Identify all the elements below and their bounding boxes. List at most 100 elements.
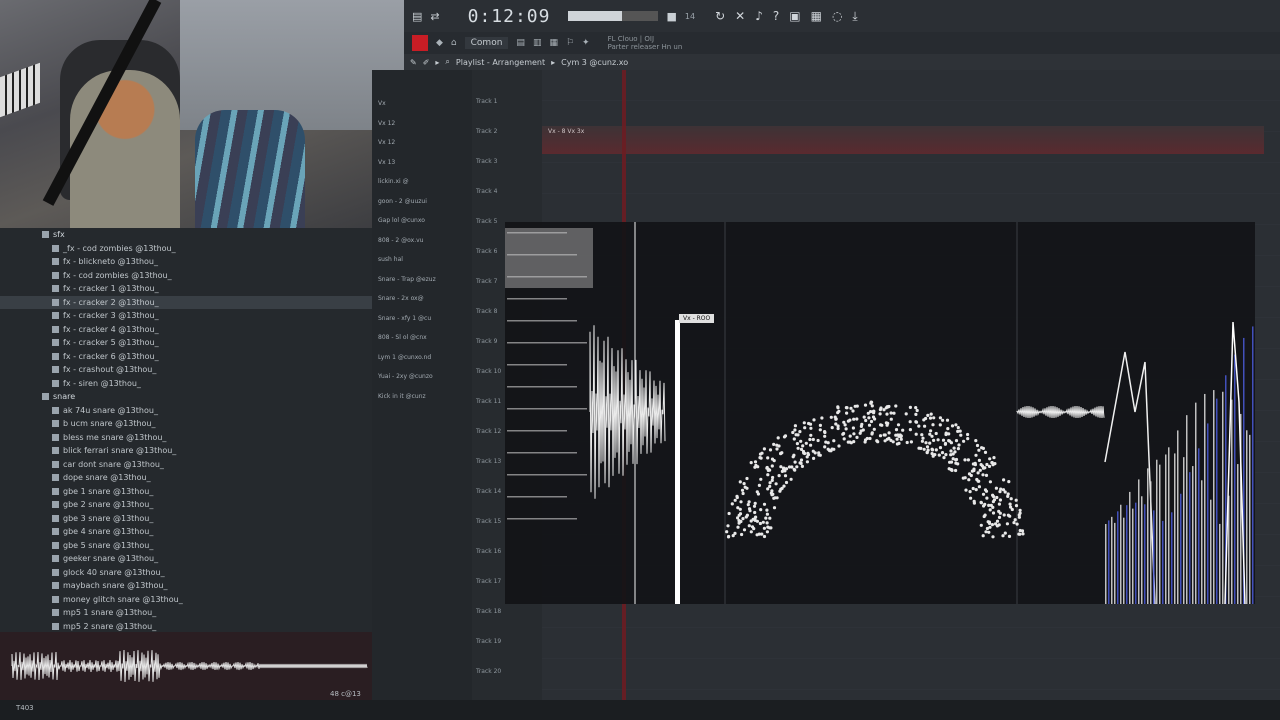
help-icon[interactable]: ? — [773, 9, 779, 24]
particle-dot — [776, 496, 779, 499]
track-label[interactable]: Track 6 — [476, 248, 497, 255]
browser-item[interactable]: blick ferrari snare @13thou_ — [0, 444, 372, 457]
track-label[interactable]: Track 2 — [476, 128, 497, 135]
channel-item[interactable]: Vx 12 — [378, 120, 395, 127]
audio-clip[interactable]: Vx - 8 Vx 3x — [542, 126, 1264, 154]
channel-item[interactable]: 808 - 2 @ox.vu — [378, 237, 423, 244]
channel-item[interactable]: Snare - xfy 1 @cu — [378, 315, 431, 322]
save-icon[interactable]: ▣ — [789, 9, 800, 24]
brush-icon[interactable]: ✐ — [423, 58, 430, 67]
browser-item[interactable]: gbe 5 snare @13thou_ — [0, 539, 372, 552]
browser-item[interactable]: glock 40 snare @13thou_ — [0, 566, 372, 579]
snap-icon[interactable]: ⌂ — [451, 38, 457, 48]
browser-item[interactable]: money glitch snare @13thou_ — [0, 593, 372, 606]
channel-item[interactable]: goon - 2 @uuzui — [378, 198, 427, 205]
channel-item[interactable]: Vx 13 — [378, 159, 395, 166]
browser-icon[interactable]: ⚐ — [566, 38, 574, 48]
track-label[interactable]: Track 9 — [476, 338, 497, 345]
track-label[interactable]: Track 12 — [476, 428, 501, 435]
browser-item[interactable]: dope snare @13thou_ — [0, 471, 372, 484]
pattern-selector[interactable]: Comon — [465, 37, 509, 49]
channel-item[interactable]: Snare - 2x ox@ — [378, 295, 424, 302]
song-time[interactable]: 0:12:09 — [468, 6, 551, 27]
browser-item[interactable]: mp5 2 snare @13thou_ — [0, 620, 372, 633]
track-label[interactable]: Track 11 — [476, 398, 501, 405]
browser-item[interactable]: gbe 1 snare @13thou_ — [0, 485, 372, 498]
track-label[interactable]: Track 20 — [476, 668, 501, 675]
channel-item[interactable]: sush hal — [378, 256, 403, 263]
link-icon[interactable]: ⇄ — [430, 10, 439, 23]
browser-item[interactable]: fx - cracker 2 @13thou_ — [0, 296, 372, 309]
browser-item[interactable]: mp5 1 snare @13thou_ — [0, 606, 372, 619]
chat-icon[interactable]: ◌ — [832, 9, 842, 24]
browser-item[interactable]: fx - cracker 1 @13thou_ — [0, 282, 372, 295]
track-label[interactable]: Track 8 — [476, 308, 497, 315]
track-label[interactable]: Track 19 — [476, 638, 501, 645]
track-label[interactable]: Track 13 — [476, 458, 501, 465]
pencil-icon[interactable]: ✎ — [410, 58, 417, 67]
browser-item[interactable]: fx - cracker 4 @13thou_ — [0, 323, 372, 336]
particle-dot — [852, 426, 855, 429]
channel-item[interactable]: Kick in it @cunz — [378, 393, 426, 400]
browser-item[interactable]: fx - siren @13thou_ — [0, 377, 372, 390]
download-icon[interactable]: ⤓ — [852, 9, 857, 24]
play-icon[interactable]: ▸ — [435, 58, 439, 67]
browser-item[interactable]: ak 74u snare @13thou_ — [0, 404, 372, 417]
browser-item[interactable]: fx - cracker 6 @13thou_ — [0, 350, 372, 363]
track-label[interactable]: Track 4 — [476, 188, 497, 195]
channel-item[interactable]: Yuai - 2xy @cunzo — [378, 373, 433, 380]
particle-dot — [969, 490, 972, 493]
track-label[interactable]: Track 1 — [476, 98, 497, 105]
particle-dot — [768, 485, 771, 488]
mic-icon[interactable]: ♪ — [755, 9, 763, 24]
record-button[interactable] — [412, 35, 428, 51]
browser-item[interactable]: gbe 2 snare @13thou_ — [0, 498, 372, 511]
metronome-icon[interactable]: ◆ — [436, 38, 443, 48]
zoom-icon[interactable]: ⌕ — [445, 57, 449, 67]
piano-roll-icon[interactable]: ▤ — [516, 38, 525, 48]
stop-button[interactable]: ■ — [666, 10, 676, 23]
channel-item[interactable]: lickin.xi @ — [378, 178, 409, 185]
browser-item[interactable]: bless me snare @13thou_ — [0, 431, 372, 444]
browser-item[interactable]: maybach snare @13thou_ — [0, 579, 372, 592]
track-label[interactable]: Track 18 — [476, 608, 501, 615]
channel-item[interactable]: 808 - Sl ol @cnx — [378, 334, 427, 341]
particle-dot — [795, 433, 798, 436]
track-label[interactable]: Track 3 — [476, 158, 497, 165]
particle-dot — [892, 412, 895, 415]
channel-rack-icon[interactable]: ▥ — [533, 38, 542, 48]
folder-sfx[interactable]: sfx — [0, 228, 372, 241]
mixer-icon[interactable]: ▦ — [549, 38, 558, 48]
tempo-display[interactable]: 14 — [685, 12, 695, 21]
browser-item[interactable]: fx - blickneto @13thou_ — [0, 255, 372, 268]
plugin-icon[interactable]: ▦ — [811, 9, 822, 24]
browser-item[interactable]: geeker snare @13thou_ — [0, 552, 372, 565]
browser-item[interactable]: fx - cod zombies @13thou_ — [0, 269, 372, 282]
track-label[interactable]: Track 7 — [476, 278, 497, 285]
track-label[interactable]: Track 15 — [476, 518, 501, 525]
particle-dot — [814, 451, 817, 454]
cycle-icon[interactable]: ↻ — [715, 9, 725, 24]
channel-item[interactable]: Vx — [378, 100, 386, 107]
channel-item[interactable]: Vx 12 — [378, 139, 395, 146]
browser-item[interactable]: gbe 4 snare @13thou_ — [0, 525, 372, 538]
browser-item[interactable]: car dont snare @13thou_ — [0, 458, 372, 471]
browser-item[interactable]: gbe 3 snare @13thou_ — [0, 512, 372, 525]
track-label[interactable]: Track 17 — [476, 578, 501, 585]
track-label[interactable]: Track 10 — [476, 368, 501, 375]
folder-snare[interactable]: snare — [0, 390, 372, 403]
channel-item[interactable]: Gap lol @cunxo — [378, 217, 425, 224]
browser-item[interactable]: b ucm snare @13thou_ — [0, 417, 372, 430]
browser-item[interactable]: fx - crashout @13thou_ — [0, 363, 372, 376]
plugin-picker-icon[interactable]: ✦ — [582, 38, 590, 48]
track-label[interactable]: Track 14 — [476, 488, 501, 495]
browser-item[interactable]: fx - cracker 3 @13thou_ — [0, 309, 372, 322]
channel-item[interactable]: Lym 1 @cunxo.nd — [378, 354, 431, 361]
menu-icon[interactable]: ▤ — [412, 10, 422, 23]
close-icon[interactable]: ✕ — [735, 9, 745, 24]
browser-item[interactable]: fx - cracker 5 @13thou_ — [0, 336, 372, 349]
track-label[interactable]: Track 5 — [476, 218, 497, 225]
channel-item[interactable]: Snare - Trap @ezuz — [378, 276, 436, 283]
track-label[interactable]: Track 16 — [476, 548, 501, 555]
browser-item[interactable]: _fx - cod zombies @13thou_ — [0, 242, 372, 255]
